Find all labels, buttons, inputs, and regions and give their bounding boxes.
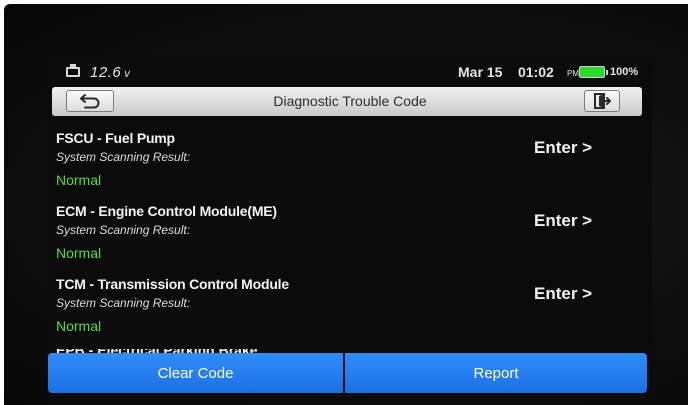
list-item[interactable]: TCM - Transmission Control Module System… (56, 276, 616, 346)
scan-result-label: System Scanning Result: (56, 296, 191, 310)
enter-button[interactable]: Enter > (534, 284, 592, 304)
status-bar: 12.6 v Mar 15 01:02 PM 100% (48, 58, 652, 84)
scan-result-label: System Scanning Result: (56, 223, 191, 237)
battery-voltage: 12.6 v (90, 64, 130, 81)
module-name: TCM - Transmission Control Module (56, 276, 289, 292)
module-name: FSCU - Fuel Pump (56, 130, 175, 146)
report-button[interactable]: Report (345, 353, 647, 393)
enter-button[interactable]: Enter > (534, 211, 592, 231)
voltage-unit: v (124, 68, 131, 80)
device-frame: 12.6 v Mar 15 01:02 PM 100% Diagnostic Tr… (4, 4, 688, 405)
voltage-value: 12.6 (90, 64, 122, 81)
bottom-action-bar: Clear Code Report (48, 353, 652, 393)
battery-icon (579, 66, 608, 78)
scan-status: Normal (56, 172, 102, 188)
title-bar: Diagnostic Trouble Code (52, 87, 642, 116)
scan-result-label: System Scanning Result: (56, 150, 191, 164)
list-item[interactable]: FSCU - Fuel Pump System Scanning Result:… (56, 130, 616, 200)
list-item[interactable]: ECM - Engine Control Module(ME) System S… (56, 203, 616, 273)
scan-status: Normal (56, 245, 102, 261)
exit-button[interactable] (584, 90, 620, 112)
screen: 12.6 v Mar 15 01:02 PM 100% Diagnostic Tr… (48, 56, 652, 401)
scan-status: Normal (56, 318, 102, 334)
status-date: Mar 15 (458, 64, 503, 80)
status-ampm: PM (567, 69, 579, 78)
battery-percent: 100% (610, 66, 639, 78)
module-name: ECM - Engine Control Module(ME) (56, 203, 277, 219)
car-battery-icon (66, 64, 80, 77)
clear-code-button[interactable]: Clear Code (48, 353, 343, 393)
status-time: 01:02 (518, 64, 554, 80)
page-title: Diagnostic Trouble Code (273, 93, 427, 109)
enter-button[interactable]: Enter > (534, 138, 592, 158)
exit-door-icon (594, 93, 611, 109)
